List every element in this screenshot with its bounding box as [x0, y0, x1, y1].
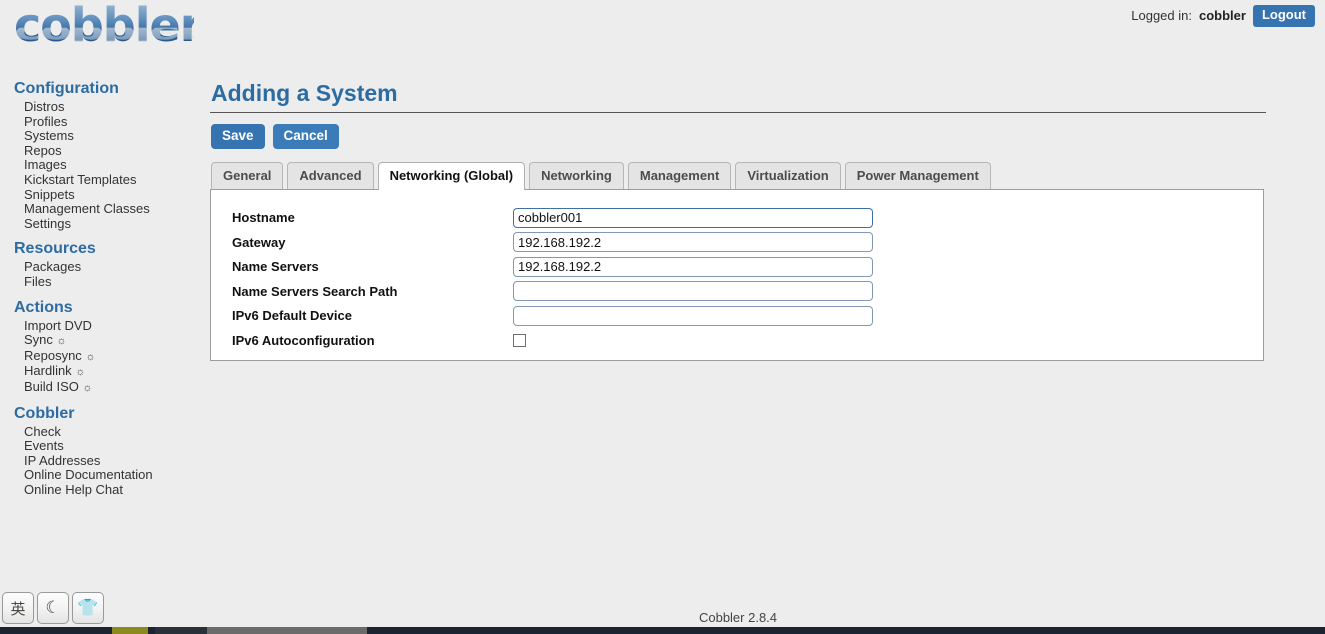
name-servers-input[interactable] [513, 256, 873, 277]
sidebar-item-online-help-chat[interactable]: Online Help Chat [0, 482, 200, 498]
sidebar-item-label: Reposync [24, 347, 82, 363]
ipv6-default-device-label: IPv6 Default Device [232, 308, 352, 324]
tab-networking-global[interactable]: Networking (Global) [377, 161, 526, 190]
gear-icon: ☼ [85, 350, 96, 363]
gear-icon: ☼ [56, 335, 67, 348]
sidebar-item-repos[interactable]: Repos [0, 143, 200, 159]
logged-in-label: Logged in: [1131, 8, 1192, 24]
tab-networking[interactable]: Networking [529, 161, 624, 189]
sidebar-item-files[interactable]: Files [0, 274, 200, 290]
sidebar-item-online-documentation[interactable]: Online Documentation [0, 468, 200, 483]
sidebar-section-title: Cobbler [14, 404, 75, 422]
system-tray: 英 ☾ 👕 [0, 592, 104, 624]
sidebar-item-check[interactable]: Check [0, 424, 200, 440]
logout-button[interactable]: Logout [1252, 5, 1315, 27]
form-row-name-servers: Name Servers [211, 255, 1263, 280]
tab-virtualization[interactable]: Virtualization [735, 161, 841, 189]
name-servers-label: Name Servers [232, 259, 319, 275]
shirt-icon[interactable]: 👕 [72, 592, 104, 624]
logged-in-username: cobbler [1198, 8, 1246, 24]
form-row-name-servers-search-path: Name Servers Search Path [211, 279, 1263, 304]
sidebar-item-reposync[interactable]: Reposync ☼ [0, 347, 200, 365]
tab-management[interactable]: Management [627, 161, 732, 189]
sidebar: Configuration Distros Profiles Systems R… [0, 80, 200, 497]
moon-icon[interactable]: ☾ [37, 592, 69, 624]
tab-panel-networking-global: Hostname Gateway Name Servers Name Serve… [210, 188, 1264, 361]
sidebar-item-label: Build ISO [24, 378, 79, 394]
sidebar-item-distros[interactable]: Distros [0, 99, 200, 115]
sidebar-item-label: Import DVD [24, 317, 92, 333]
sidebar-item-label: Sync [24, 332, 53, 348]
sidebar-section-cobbler: Cobbler Check Events IP Addresses Online… [0, 405, 200, 498]
tab-advanced[interactable]: Advanced [287, 161, 374, 189]
main-content: Adding a System Save Cancel General Adva… [210, 80, 1266, 361]
gear-icon: ☼ [75, 366, 86, 379]
top-bar: cobbler cobbler Logged in: cobbler Logou… [0, 0, 1325, 72]
sidebar-item-kickstart-templates[interactable]: Kickstart Templates [0, 172, 200, 188]
page-title: Adding a System [211, 80, 398, 106]
sidebar-item-settings[interactable]: Settings [0, 216, 200, 232]
sidebar-item-ip-addresses[interactable]: IP Addresses [0, 453, 200, 469]
taskbar-window-active[interactable] [112, 627, 148, 634]
name-servers-search-path-label: Name Servers Search Path [232, 283, 398, 299]
ipv6-autoconfiguration-label: IPv6 Autoconfiguration [232, 332, 375, 348]
sidebar-section-resources: Resources Packages Files [0, 240, 200, 289]
sidebar-item-sync[interactable]: Sync ☼ [0, 332, 200, 349]
cobbler-logo[interactable]: cobbler cobbler [14, 2, 202, 68]
sidebar-item-packages[interactable]: Packages [0, 260, 200, 275]
name-servers-search-path-input[interactable] [513, 281, 873, 302]
gateway-label: Gateway [232, 234, 286, 250]
sidebar-item-management-classes[interactable]: Management Classes [0, 202, 200, 217]
sidebar-item-snippets[interactable]: Snippets [0, 187, 200, 203]
tab-bar: General Advanced Networking (Global) Net… [211, 161, 1266, 190]
login-status: Logged in: cobbler Logout [1131, 5, 1315, 27]
form-row-ipv6-autoconfiguration: IPv6 Autoconfiguration [211, 328, 1263, 353]
input-method-icon[interactable]: 英 [2, 592, 34, 624]
sidebar-item-import-dvd[interactable]: Import DVD [0, 317, 200, 334]
hostname-label: Hostname [232, 210, 295, 226]
sidebar-item-hardlink[interactable]: Hardlink ☼ [0, 364, 200, 380]
ipv6-autoconfiguration-checkbox[interactable] [513, 333, 526, 347]
sidebar-item-images[interactable]: Images [0, 158, 200, 173]
taskbar-window-item[interactable] [207, 627, 367, 634]
gateway-input[interactable] [513, 232, 873, 253]
save-button[interactable]: Save [211, 124, 265, 149]
taskbar-window-item[interactable] [155, 627, 207, 634]
sidebar-section-configuration: Configuration Distros Profiles Systems R… [0, 80, 200, 231]
ipv6-default-device-input[interactable] [513, 305, 873, 326]
sidebar-item-events[interactable]: Events [0, 438, 200, 454]
gear-icon: ☼ [82, 381, 93, 394]
form-row-ipv6-default-device: IPv6 Default Device [211, 304, 1263, 329]
sidebar-item-systems[interactable]: Systems [0, 129, 200, 144]
tab-general[interactable]: General [211, 161, 284, 189]
sidebar-item-label: Hardlink [24, 363, 72, 379]
footer-version: Cobbler 2.8.4 [698, 610, 778, 625]
form-row-gateway: Gateway [211, 230, 1263, 255]
os-taskbar[interactable] [0, 627, 1325, 634]
sidebar-section-title: Configuration [14, 80, 119, 97]
title-divider [210, 112, 1266, 113]
cancel-button[interactable]: Cancel [272, 124, 339, 149]
tab-power-management[interactable]: Power Management [844, 161, 991, 189]
form-action-buttons: Save Cancel [211, 124, 1266, 149]
sidebar-section-title: Resources [14, 240, 96, 258]
form-row-hostname: Hostname [211, 206, 1263, 231]
hostname-input[interactable] [513, 207, 873, 228]
sidebar-section-title: Actions [14, 298, 73, 316]
logo-reflection: cobbler [14, 20, 202, 50]
sidebar-item-build-iso[interactable]: Build ISO ☼ [0, 378, 200, 396]
sidebar-section-actions: Actions Import DVD Sync ☼ Reposync ☼ Har… [0, 299, 200, 396]
sidebar-item-profiles[interactable]: Profiles [0, 114, 200, 130]
